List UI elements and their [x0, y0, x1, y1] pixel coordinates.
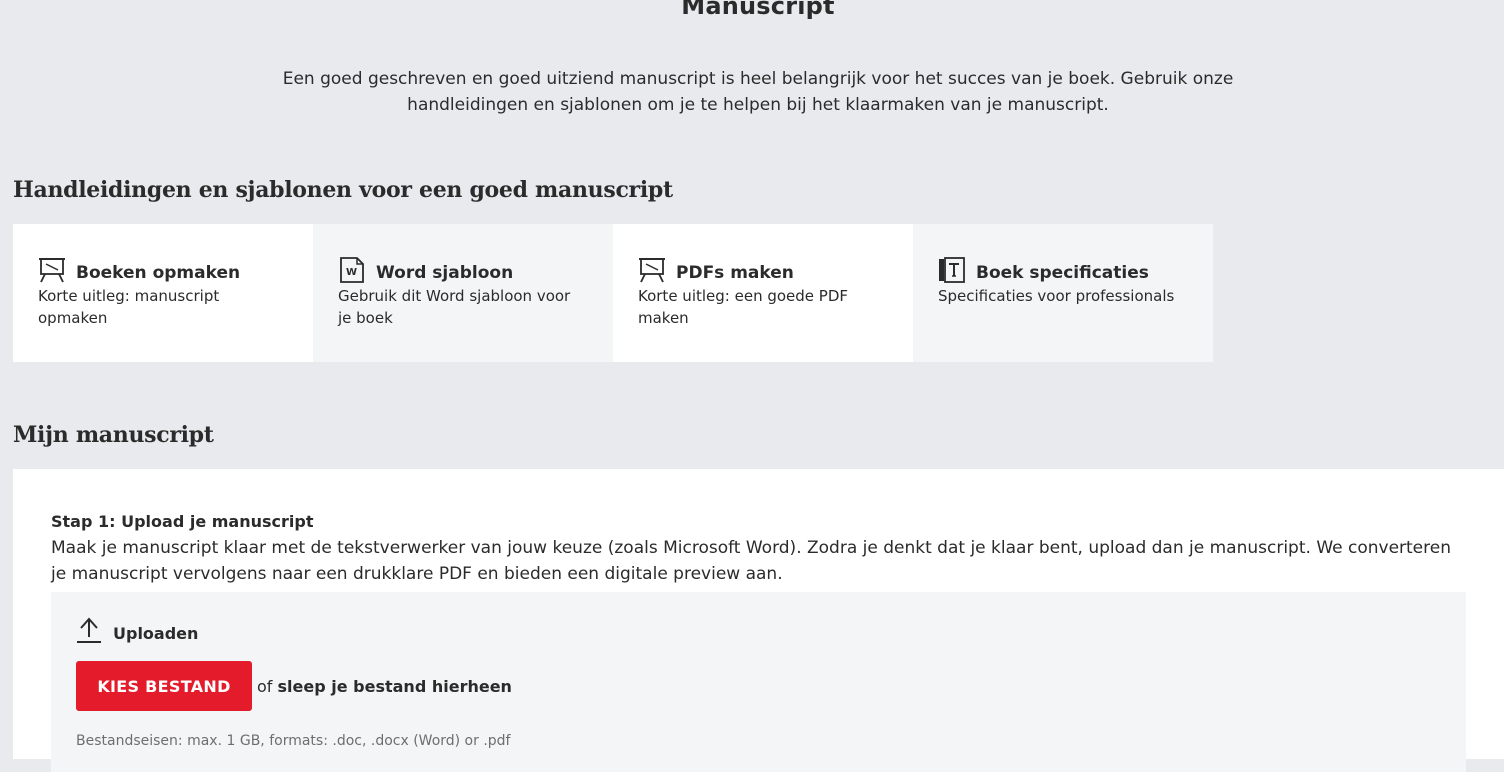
card-description: Korte uitleg: een goede PDF maken [638, 287, 849, 327]
file-requirements: Bestandseisen: max. 1 GB, formats: .doc,… [76, 733, 511, 749]
card-title: PDFs maken [676, 263, 794, 283]
card-word-sjabloon[interactable]: W Word sjabloon Gebruik dit Word sjabloo… [313, 224, 613, 362]
card-description: Gebruik dit Word sjabloon voor je boek [338, 287, 571, 327]
card-description: Specificaties voor professionals [938, 287, 1175, 305]
choose-file-button[interactable]: KIES BESTAND [76, 661, 252, 711]
guides-heading: Handleidingen en sjablonen voor een goed… [13, 177, 673, 203]
card-title: Word sjabloon [376, 263, 514, 283]
card-boek-specificaties[interactable]: Boek specificaties Specificaties voor pr… [913, 224, 1213, 362]
presentation-icon [639, 258, 665, 283]
card-pdfs-maken[interactable]: PDFs maken Korte uitleg: een goede PDF m… [613, 224, 913, 362]
card-title: Boeken opmaken [76, 263, 241, 283]
step-description: Maak je manuscript klaar met de tekstver… [51, 538, 1451, 584]
upload-dropzone[interactable]: Uploaden KIES BESTAND of sleep je bestan… [51, 592, 1466, 772]
intro-text: Een goed geschreven en goed uitziend man… [282, 69, 1234, 115]
presentation-icon [39, 258, 65, 283]
page-title: Manuscript [681, 0, 835, 20]
card-boeken-opmaken[interactable]: Boeken opmaken Korte uitleg: manuscript … [13, 224, 313, 362]
book-ruler-icon [939, 257, 965, 283]
upload-header: Uploaden [76, 616, 198, 644]
manuscript-heading: Mijn manuscript [13, 422, 214, 448]
guide-cards: Boeken opmaken Korte uitleg: manuscript … [13, 224, 1213, 362]
card-title: Boek specificaties [976, 263, 1149, 283]
drag-text: sleep je bestand hierheen [277, 677, 512, 696]
word-document-icon: W [340, 257, 364, 283]
or-text: of [257, 677, 273, 696]
upload-arrow-icon [77, 617, 101, 643]
drag-hint: of sleep je bestand hierheen [257, 677, 512, 696]
svg-text:W: W [346, 267, 357, 278]
manuscript-panel: Stap 1: Upload je manuscript Maak je man… [13, 469, 1504, 772]
step-title: Stap 1: Upload je manuscript [51, 512, 314, 531]
card-description: Korte uitleg: manuscript opmaken [38, 287, 220, 327]
upload-label: Uploaden [113, 623, 199, 643]
